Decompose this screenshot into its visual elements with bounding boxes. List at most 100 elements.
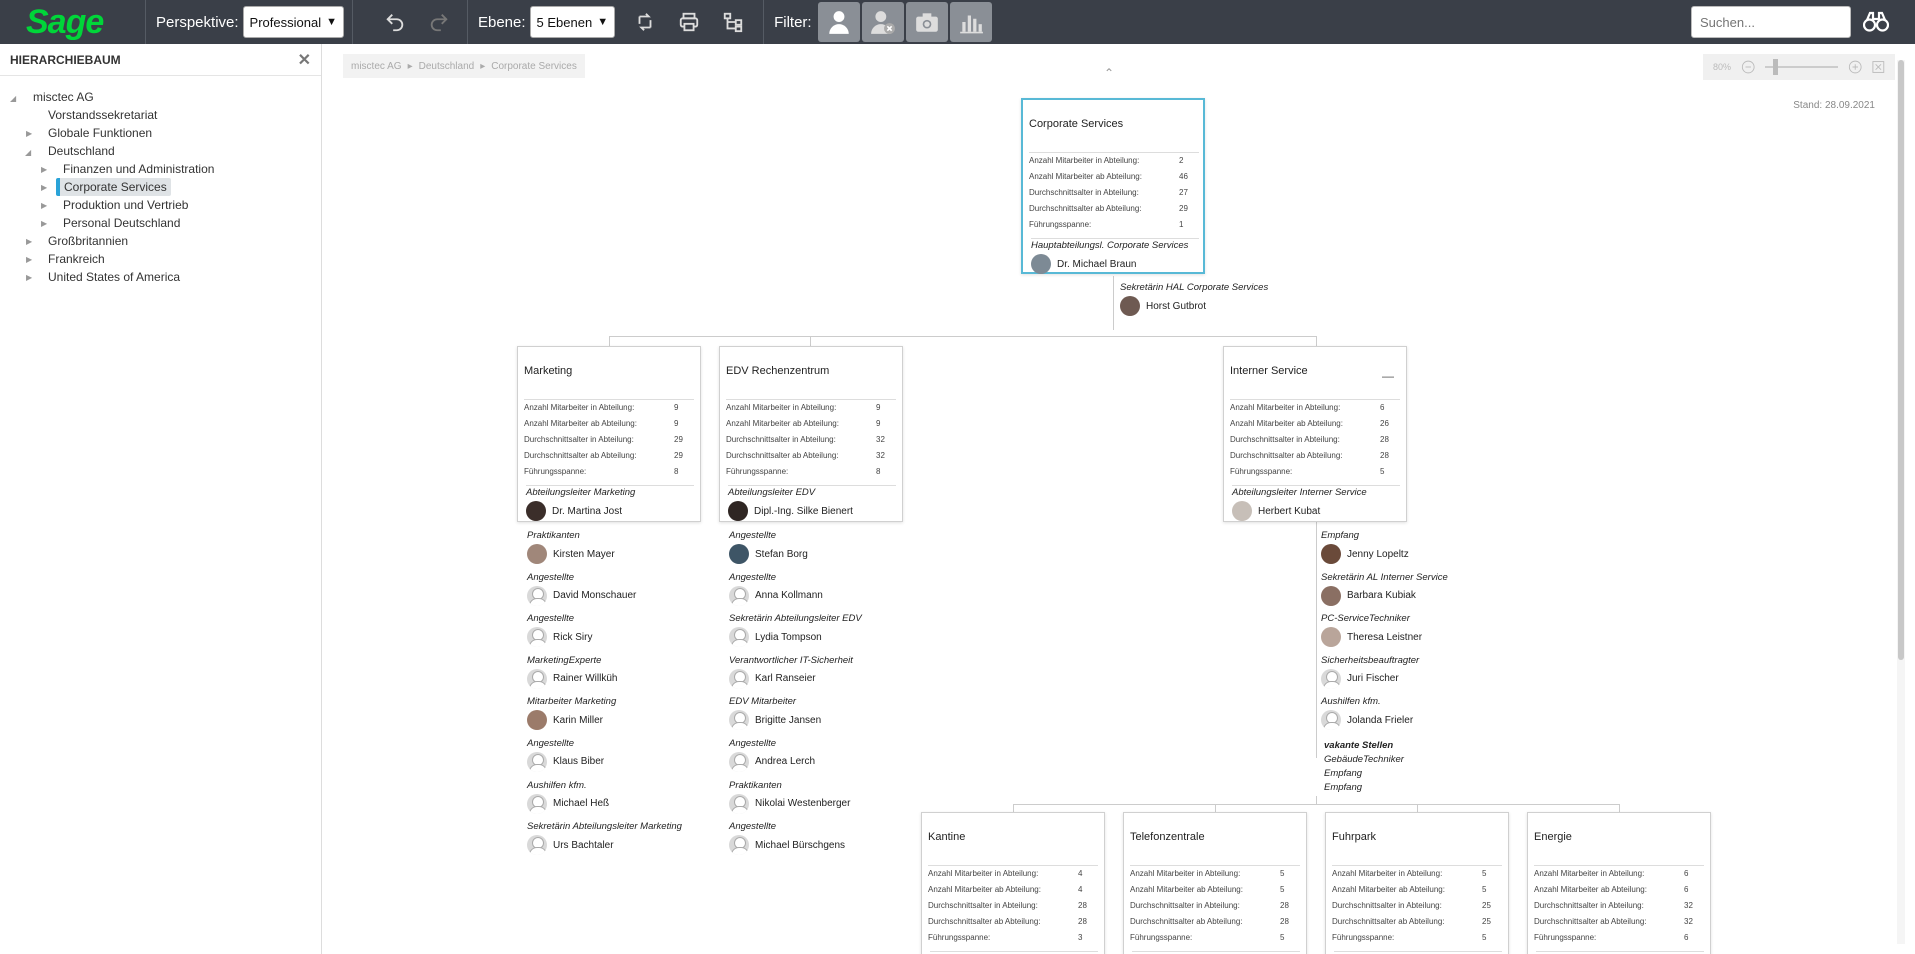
- undo-button[interactable]: [377, 4, 413, 40]
- tree-item-corporate-services[interactable]: Corporate Services: [56, 178, 171, 196]
- card-stats: Anzahl Mitarbeiter in Abteilung: 6 Anzahl…: [1230, 399, 1400, 480]
- vacancy-item[interactable]: Empfang: [1324, 782, 1404, 796]
- card-person[interactable]: Dr. Martina Jost: [526, 501, 622, 521]
- level-select[interactable]: 5 Ebenen ▼: [529, 6, 616, 38]
- tree-item-grossbritannien[interactable]: Großbritannien: [48, 232, 128, 250]
- caret-right-icon[interactable]: ▶: [26, 129, 32, 138]
- tree-item-produktion[interactable]: Produktion und Vertrieb: [63, 196, 188, 214]
- breadcrumb-item[interactable]: Corporate Services: [491, 61, 577, 72]
- list-item[interactable]: Aushilfen kfm. Michael Heß: [527, 778, 682, 820]
- caret-right-icon[interactable]: ▶: [41, 219, 47, 228]
- vacancy-item[interactable]: GebäudeTechniker: [1324, 754, 1404, 768]
- list-item[interactable]: Aushilfen kfm. Jolanda Frieler: [1321, 694, 1448, 736]
- close-icon[interactable]: ✕: [298, 50, 311, 70]
- breadcrumb-item[interactable]: misctec AG: [351, 61, 402, 72]
- caret-right-icon[interactable]: ▶: [26, 255, 32, 264]
- tree-item-frankreich[interactable]: Frankreich: [48, 250, 105, 268]
- tree-item-deutschland[interactable]: Deutschland: [48, 142, 115, 160]
- caret-down-icon[interactable]: ◢: [25, 148, 31, 157]
- list-item[interactable]: MarketingExperte Rainer Willküh: [527, 653, 682, 695]
- tree-item-globale-funktionen[interactable]: Globale Funktionen: [48, 124, 152, 142]
- refresh-button[interactable]: [627, 4, 663, 40]
- org-card-fuhrpark[interactable]: Fuhrpark Anzahl Mitarbeiter in Abteilung…: [1325, 812, 1509, 954]
- tree-item-vorstandssekretariat[interactable]: Vorstandssekretariat: [48, 106, 157, 124]
- list-item[interactable]: PC-ServiceTechniker Theresa Leistner: [1321, 611, 1448, 653]
- search-button[interactable]: [1860, 8, 1892, 36]
- person-name: Dipl.-Ing. Silke Bienert: [754, 505, 853, 517]
- card-person[interactable]: Dipl.-Ing. Silke Bienert: [728, 501, 853, 521]
- list-item[interactable]: Angestellte Andrea Lerch: [729, 736, 862, 778]
- breadcrumb-item[interactable]: Deutschland: [419, 61, 475, 72]
- tree-item-usa[interactable]: United States of America: [48, 268, 180, 286]
- list-item[interactable]: Sekretärin Abteilungsleiter Marketing Urs…: [527, 819, 682, 861]
- list-item[interactable]: Angestellte Stefan Borg: [729, 528, 862, 570]
- connector-line: [1316, 796, 1317, 804]
- tree-item-misctec[interactable]: misctec AG: [33, 88, 94, 106]
- vacancy-item[interactable]: Empfang: [1324, 768, 1404, 782]
- stat-label: Anzahl Mitarbeiter in Abteilung:: [726, 403, 837, 412]
- list-item[interactable]: Empfang Jenny Lopeltz: [1321, 528, 1448, 570]
- caret-right-icon[interactable]: ▶: [41, 201, 47, 210]
- person-role: MarketingExperte: [527, 654, 602, 666]
- card-title: Energie: [1534, 831, 1572, 843]
- org-card-telefonzentrale[interactable]: Telefonzentrale Anzahl Mitarbeiter in Ab…: [1123, 812, 1307, 954]
- list-item[interactable]: Praktikanten Nikolai Westenberger: [729, 778, 862, 820]
- filter-vacancy-button[interactable]: [861, 2, 904, 42]
- stat-label: Führungsspanne:: [524, 467, 587, 476]
- list-item[interactable]: Angestellte Anna Kollmann: [729, 570, 862, 612]
- stat-value: 32: [1684, 901, 1693, 910]
- tree-item-finanzen[interactable]: Finanzen und Administration: [63, 160, 214, 178]
- zoom-in-icon[interactable]: [1848, 59, 1862, 75]
- zoom-out-icon[interactable]: [1741, 59, 1755, 75]
- collapse-icon[interactable]: —: [1382, 369, 1394, 383]
- list-item[interactable]: Sekretärin AL Interner Service Barbara Ku…: [1321, 570, 1448, 612]
- caret-right-icon[interactable]: ▶: [26, 273, 32, 282]
- search-input[interactable]: [1691, 6, 1851, 38]
- perspective-select[interactable]: Professional ▼: [242, 6, 344, 38]
- hierarchy-view-button[interactable]: [715, 4, 751, 40]
- tree-item-personal[interactable]: Personal Deutschland: [63, 214, 180, 232]
- print-button[interactable]: [671, 4, 707, 40]
- list-item[interactable]: Angestellte Rick Siry: [527, 611, 682, 653]
- caret-down-icon[interactable]: ◢: [10, 94, 16, 103]
- list-item[interactable]: Verantwortlicher IT-Sicherheit Karl Ranse…: [729, 653, 862, 695]
- filter-statistics-button[interactable]: [949, 2, 992, 42]
- list-item[interactable]: Mitarbeiter Marketing Karin Miller: [527, 694, 682, 736]
- internal-service-staff-list: Empfang Jenny Lopeltz Sekretärin AL Inter…: [1321, 528, 1448, 736]
- person-role: Aushilfen kfm.: [1321, 696, 1381, 708]
- filter-person-button[interactable]: [817, 2, 860, 42]
- org-card-interner-service[interactable]: Interner Service — Anzahl Mitarbeiter in…: [1223, 346, 1407, 522]
- list-item[interactable]: Praktikanten Kirsten Mayer: [527, 528, 682, 570]
- list-item[interactable]: Angestellte Klaus Biber: [527, 736, 682, 778]
- chevron-up-icon[interactable]: ⌃: [1104, 66, 1114, 80]
- list-item[interactable]: EDV Mitarbeiter Brigitte Jansen: [729, 694, 862, 736]
- card-person[interactable]: Dr. Michael Braun: [1031, 254, 1136, 274]
- fit-screen-icon[interactable]: [1872, 60, 1885, 74]
- stat-value: 28: [1280, 901, 1289, 910]
- org-card-corporate-services[interactable]: Corporate Services Anzahl Mitarbeiter in…: [1021, 98, 1205, 274]
- org-card-kantine[interactable]: Kantine Anzahl Mitarbeiter in Abteilung:…: [921, 812, 1105, 954]
- stat-label: Durchschnittsalter ab Abteilung:: [1534, 917, 1647, 926]
- org-chart-canvas[interactable]: misctec AG ▸ Deutschland ▸ Corporate Ser…: [323, 44, 1905, 954]
- org-card-energie[interactable]: Energie Anzahl Mitarbeiter in Abteilung:…: [1527, 812, 1711, 954]
- zoom-slider[interactable]: [1765, 59, 1838, 75]
- stat-label: Anzahl Mitarbeiter ab Abteilung:: [1332, 885, 1445, 894]
- list-item[interactable]: Sicherheitsbeauftragter Juri Fischer: [1321, 653, 1448, 695]
- list-item[interactable]: Angestellte David Monschauer: [527, 570, 682, 612]
- list-item[interactable]: Angestellte Michael Bürschgens: [729, 819, 862, 861]
- scrollbar-thumb[interactable]: [1898, 60, 1904, 660]
- org-card-edv[interactable]: EDV Rechenzentrum Anzahl Mitarbeiter in …: [719, 346, 903, 522]
- caret-right-icon[interactable]: ▶: [41, 183, 47, 192]
- stat-label: Anzahl Mitarbeiter in Abteilung:: [928, 869, 1039, 878]
- zoom-slider-handle[interactable]: [1773, 59, 1779, 75]
- filter-photo-button[interactable]: [905, 2, 948, 42]
- list-item[interactable]: Sekretärin Abteilungsleiter EDV Lydia Tom…: [729, 611, 862, 653]
- bar-chart-icon: [959, 15, 983, 34]
- caret-right-icon[interactable]: ▶: [26, 237, 32, 246]
- caret-right-icon[interactable]: ▶: [41, 165, 47, 174]
- stat-value: 5: [1482, 885, 1487, 894]
- org-card-marketing[interactable]: Marketing Anzahl Mitarbeiter in Abteilun…: [517, 346, 701, 522]
- card-person[interactable]: Herbert Kubat: [1232, 501, 1320, 521]
- redo-button[interactable]: [421, 4, 457, 40]
- secretary-entry[interactable]: Sekretärin HAL Corporate Services Horst …: [1120, 280, 1268, 317]
